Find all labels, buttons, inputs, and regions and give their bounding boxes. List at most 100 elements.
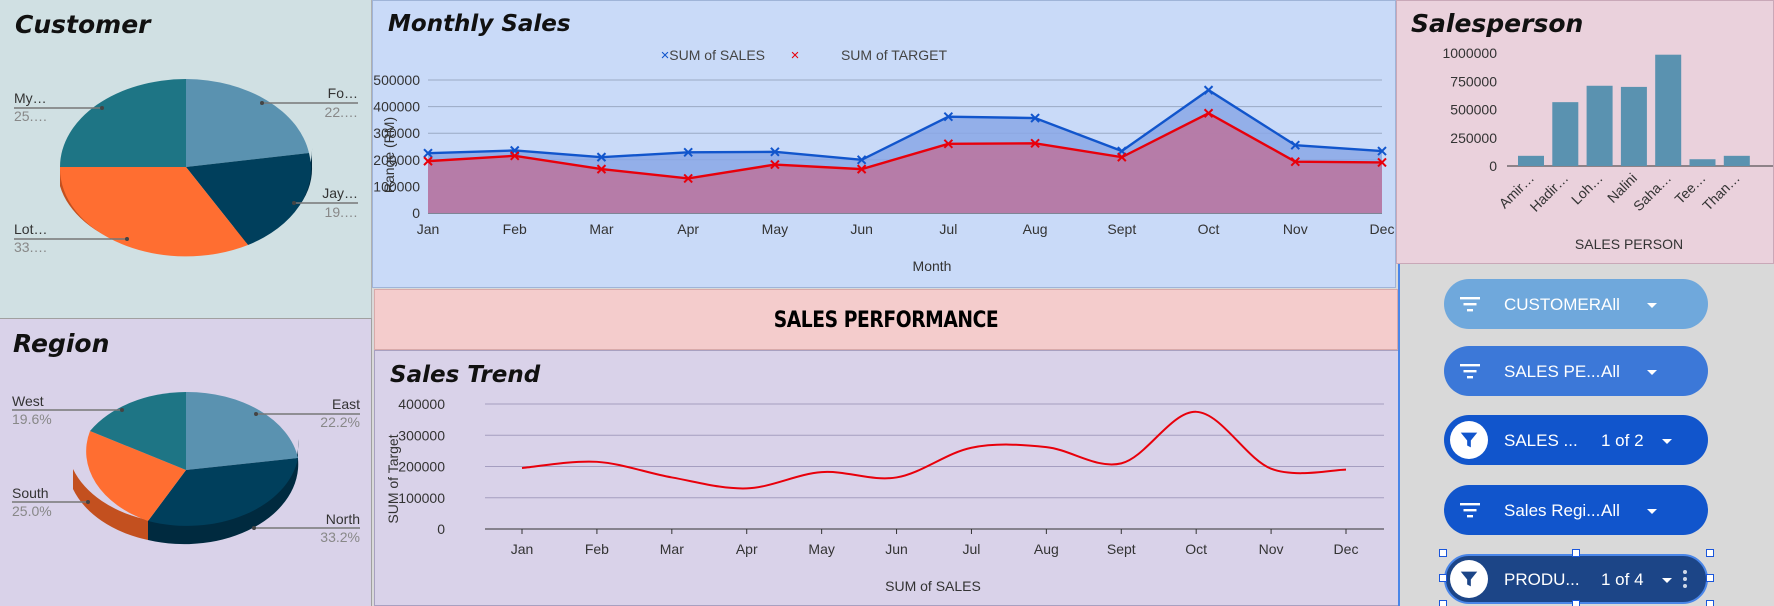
x-tick-label: Jun [850,221,873,237]
bar[interactable] [1723,155,1750,166]
chevron-down-icon[interactable] [1662,578,1672,583]
x-tick-label: Aug [1023,221,1048,237]
customer-label-lot-pct: 33.… [14,239,47,255]
filter-chip-sales-person[interactable]: SALES PE... All [1444,346,1708,396]
x-tick-label: Feb [503,221,527,237]
bar[interactable] [1620,86,1647,166]
filter-label: Sales Regi... [1504,501,1601,520]
banner-title: SALES PERFORMANCE [773,308,999,333]
filter-value: 1 of 2 [1601,431,1644,450]
x-tick-label: Oct [1185,541,1207,557]
resize-handle[interactable] [1572,549,1580,557]
y-tick-label: 400000 [398,396,445,412]
region-pie-chart[interactable]: West 19.6% East 22.2% South 25.0% North … [0,319,372,606]
legend-target-marker: × [791,47,800,64]
region-title: Region [13,329,110,358]
x-tick-label: Nov [1283,221,1308,237]
sales-trend-title: Sales Trend [390,362,541,388]
x-tick-label: Dec [1370,221,1395,237]
chevron-down-icon[interactable] [1662,439,1672,444]
x-tick-label: Oct [1198,221,1220,237]
active-filter-badge [1450,421,1488,459]
x-tick-label: Than… [1699,170,1743,214]
funnel-icon [1460,432,1478,448]
x-tick-label: Jan [417,221,440,237]
x-tick-label: Jun [885,541,908,557]
customer-pie-chart[interactable]: My… 25.… Fo… 22.… Jay… 19.… Lot… 33.… [0,0,372,318]
filter-value: All [1601,295,1620,314]
chevron-down-icon[interactable] [1647,303,1657,308]
bar[interactable] [1552,102,1579,166]
customer-panel: Customer My… 25.… Fo… 22.… Jay… 19.… Lot… [0,0,372,318]
y-tick-label: 0 [437,521,445,537]
x-tick-label: Nov [1259,541,1284,557]
region-label-north-name: North [326,511,360,527]
chevron-down-icon[interactable] [1647,509,1657,514]
bar[interactable] [1689,159,1716,166]
filter-label: CUSTOMER [1504,295,1601,314]
x-tick-label: May [808,541,834,557]
customer-label-fo-pct: 22.… [325,104,358,120]
resize-handle[interactable] [1439,549,1447,557]
x-tick-label: Loh… [1568,170,1606,208]
resize-handle[interactable] [1572,600,1580,606]
resize-handle[interactable] [1439,600,1447,606]
monthly-sales-chart[interactable]: × SUM of SALES × SUM of TARGET 500000 400… [373,1,1396,288]
y-tick-label: 500000 [1450,102,1497,118]
y-tick-label: 300000 [398,427,445,443]
filter-list-icon [1460,364,1480,379]
bar[interactable] [1655,54,1682,166]
region-panel: Region West 19.6% East 22.2% South 25.0%… [0,318,372,606]
customer-label-jay-pct: 19.… [325,204,358,220]
y-tick-label: 1000000 [1442,45,1497,61]
monthly-xlabel: Month [913,258,952,274]
resize-handle[interactable] [1706,574,1714,582]
sales-trend-line[interactable] [521,410,1347,490]
active-filter-badge [1450,560,1488,598]
resize-handle[interactable] [1706,600,1714,606]
salesperson-bar-chart[interactable]: 10000007500005000002500000 Amir…Hadir…Lo… [1397,1,1774,264]
y-tick-label: 0 [1489,158,1497,174]
customer-label-lot-name: Lot… [14,221,47,237]
customer-title: Customer [15,10,151,39]
monthly-legend[interactable]: × SUM of SALES × SUM of TARGET [661,47,948,64]
resize-handle[interactable] [1706,549,1714,557]
y-tick-label: 0 [412,205,420,221]
region-slice-east[interactable] [186,391,298,470]
region-label-east-pct: 22.2% [320,414,360,430]
chevron-down-icon[interactable] [1647,370,1657,375]
bar[interactable] [1518,155,1544,166]
sales-trend-panel: Sales Trend 400000 300000 200000 100000 0 Ja… [374,350,1399,606]
y-tick-label: 200000 [398,459,445,475]
funnel-icon [1460,571,1478,587]
region-label-north-pct: 33.2% [320,529,360,545]
filter-chip-sales-active[interactable]: SALES ... 1 of 2 [1444,415,1708,465]
x-tick-label: May [762,221,788,237]
legend-sales-label: SUM of SALES [669,47,765,63]
x-tick-label: Dec [1334,541,1359,557]
trend-ylabel: SUM of Target [385,434,401,523]
filter-value: 1 of 4 [1601,570,1644,589]
monthly-ylabel: Range (RM) [381,117,397,193]
bar[interactable] [1586,85,1613,166]
x-tick-label: Saha… [1630,170,1674,214]
customer-slice-fo[interactable] [186,79,309,167]
sales-trend-chart[interactable]: 400000 300000 200000 100000 0 Jan Feb Mar Apr Ma… [375,351,1399,606]
region-label-west-name: West [12,393,44,409]
resize-handle[interactable] [1439,574,1447,582]
customer-slice-my[interactable] [60,79,186,167]
salesperson-panel: Salesperson 1000000 750000 500000 250000 0 A… [1396,0,1774,264]
customer-label-my-name: My… [14,90,47,106]
filter-chip-sales-region[interactable]: Sales Regi... All [1444,485,1708,535]
y-tick-label: 750000 [1450,73,1497,89]
filter-chip-customer[interactable]: CUSTOMER All [1444,279,1708,329]
region-label-west-pct: 19.6% [12,411,52,427]
y-tick-label: 500000 [373,72,420,88]
x-tick-label: Apr [677,221,699,237]
filter-chip-product-selected[interactable]: PRODU... 1 of 4 [1444,554,1708,604]
filter-controls-panel: CUSTOMER All SALES PE... All SALES ... 1… [1398,264,1774,606]
more-vert-icon[interactable] [1682,569,1688,589]
filter-label: SALES PE... [1504,362,1601,381]
filter-list-icon [1460,297,1480,312]
x-tick-label: Jan [511,541,534,557]
